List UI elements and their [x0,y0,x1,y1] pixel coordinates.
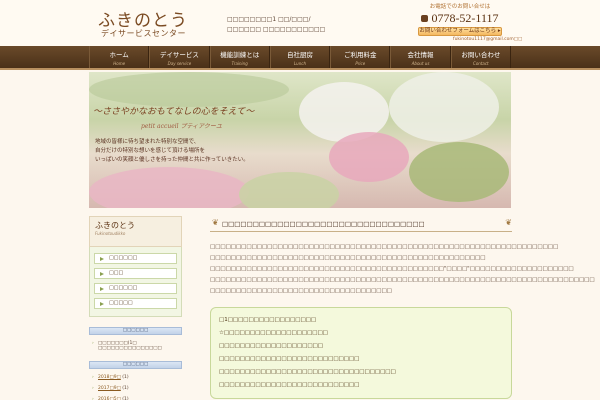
archive-count: (1) [122,386,129,391]
phone-number-text: 0778-52-1117 [431,11,499,25]
address-line: □□□□□□□□1 □□/□□□/ [227,16,311,23]
hero-body-line: 自分だけの特別な想いを感じて頂ける場所を [95,148,206,154]
nav-item-sublabel: Training [231,61,248,66]
hero-body-line: 地域の皆様に待ち望まれた特別な空間で、 [95,139,200,145]
post-paragraph: □□□□□□□□□□□□□□□□□□□□□□□□□□□□□□□□□□□□□□□□… [210,277,595,283]
nav-item[interactable]: デイサービス Day service [149,46,210,68]
info-box-line: □□□□□□□□□□□□□□□□□□□□□□□□□□□ [219,356,360,362]
sidebar: ふきのとう Fukinotoudikko □□□□□□ □□□ □□□□□□ □□□□… [89,216,182,400]
sidebar-title: ふきのとう [95,221,135,230]
archive-count: (1) [122,375,129,380]
nav-item-label: 自社厨房 [286,51,313,59]
sidebar-title-box: ふきのとう Fukinotoudikko [89,216,182,247]
hero-flower-decoration [329,132,409,182]
hero-flower-decoration [239,172,339,208]
nav-item-label: ホーム [109,51,129,59]
info-box-line: □□□□□□□□□□□□□□□□□□□□□□□□□□□ [219,382,360,388]
hero-foliage-decoration [89,72,289,107]
post-paragraph: □□□□□□□□□□□□□□□□□□□□□□□□□□□□□□□□□□□□□□□□… [210,244,559,250]
nav-item-sublabel: Home [113,61,126,66]
nav-item[interactable]: ご利用料金 Price [330,46,391,68]
sidebar-menu-item[interactable]: □□□□□□ [94,253,177,264]
hero-flower-decoration [89,167,249,208]
nav-item-label: お問い合わせ [461,51,501,59]
hero-title: 〜ささやかなおもてなしの心をそえて〜 [93,107,255,117]
hero-subtitle: petit accueil プティアクーユ [141,123,222,130]
archive-link[interactable]: 2017□9□ [98,386,121,391]
archive-item: 2018□9□ (1) [92,375,182,380]
sidebar-menu-item[interactable]: □□□□□□ [94,283,177,294]
hero-body: 地域の皆様に待ち望まれた特別な空間で、 自分だけの特別な想いを感じて頂ける場所をい… [95,138,283,165]
global-nav: ホーム Home デイサービス Day service 機能訓練とは Training 自社… [0,46,600,68]
post-body: □□□□□□□□□□□□□□□□□□□□□□□□□□□□□□□□□□□□□□□□… [210,242,595,297]
nav-item[interactable]: お問い合わせ Contact [450,46,511,68]
address-line: □□□□□□ □□□□□□□□□□□ [227,26,326,33]
contact-form-button[interactable]: お問い合わせフォームはこちら ▸ [418,27,502,36]
nav-item-sublabel: Day service [167,61,192,66]
phone-icon [421,15,429,22]
hero-flower-decoration [409,142,509,202]
recent-post-link[interactable]: □□□□□□□(1□ □□□□□□□□□□□□□□□ [92,341,182,351]
post-paragraph: □□□□□□□□□□□□□□□□□□□□□□□□□□□□□□□□□□□□□□□□… [210,266,574,272]
info-box: □1□□□□□□□□□□□□□□□□□ ☆□□□□□□□□□□□□□□□□□□□□… [210,307,512,399]
post-paragraph: □□□□□□□□□□□□□□□□□□□□□□□□□□□□□□□□□□□□□□□□… [210,255,486,261]
post-title-text: □□□□□□□□□□□□□□□□□□□□□□□□□□□□□□□□□ [222,220,425,228]
ornament-icon: ❦ [212,218,219,227]
sidebar-menu: □□□□□□ □□□ □□□□□□ □□□□□ [89,247,182,317]
nav-item-label: ご利用料金 [344,51,377,59]
nav-item[interactable]: 会社情報 About us [390,46,451,68]
hero-text: 〜ささやかなおもてなしの心をそえて〜 petit accueil プティアクーユ… [93,104,283,165]
archive-link[interactable]: 2018□9□ [98,375,121,380]
contact-box: お電話でのお問い合せは 0778-52-1117 お問い合わせフォームはこちら … [412,2,508,42]
post-title: ❦ □□□□□□□□□□□□□□□□□□□□□□□□□□□□□□□□□ ❦ [210,216,512,232]
nav-item-sublabel: Lunch [293,61,306,66]
nav-item[interactable]: ホーム Home [89,46,150,68]
nav-item[interactable]: 機能訓練とは Training [209,46,270,68]
info-box-line: ☆□□□□□□□□□□□□□□□□□□□□ [219,330,328,336]
sidebar-title-sub: Fukinotoudikko [95,231,126,236]
archive-header: □□□□□□ [89,361,182,369]
nav-item-label: デイサービス [159,51,199,59]
contact-caption: お電話でのお問い合せは [429,4,491,10]
hero-flower-decoration [389,72,499,142]
address-block: □□□□□□□□1 □□/□□□/ □□□□□□ □□□□□□□□□□□ [227,15,377,35]
archive-list: 2018□9□ (1)2017□9□ (1)2016□5□ (1)2015□9□… [89,375,182,400]
sidebar-menu-item[interactable]: □□□ [94,268,177,279]
main-content: ❦ □□□□□□□□□□□□□□□□□□□□□□□□□□□□□□□□□ ❦ □□… [210,216,595,399]
info-box-line: □1□□□□□□□□□□□□□□□□□ [219,317,317,323]
info-box-line: □□□□□□□□□□□□□□□□□□□□□□□□□□□□□□□□□□ [219,369,396,375]
site-header: ふきのとう デイサービスセンター □□□□□□□□1 □□/□□□/ □□□□□… [0,0,600,46]
nav-item-label: 機能訓練とは [220,51,260,59]
hero-body-line: いっぱいの笑顔と優しさを持った仲間と共に作っていきたい。 [95,157,249,163]
phone-number: 0778-52-1117 [412,11,508,26]
post-paragraph: □□□□□□□□□□□□□□□□□□□□□□□□□□□□□□□□□□□ [210,288,392,294]
nav-item-sublabel: About us [411,61,430,66]
nav-item-sublabel: Contact [473,61,489,66]
nav-divider [0,68,600,70]
ornament-icon: ❦ [505,218,512,227]
nav-item-sublabel: Price [355,61,366,66]
archive-item: 2017□9□ (1) [92,386,182,391]
sidebar-menu-item[interactable]: □□□□□ [94,298,177,309]
email-link[interactable]: fukinotou1117@gmail.com□□ [453,37,522,42]
global-nav-items: ホーム Home デイサービス Day service 機能訓練とは Training 自社… [89,46,511,68]
site-logo-subtitle: デイサービスセンター [101,29,186,38]
nav-item-label: 会社情報 [407,51,434,59]
nav-item[interactable]: 自社厨房 Lunch [269,46,331,68]
recent-posts-header: □□□□□□ [89,327,182,335]
hero-banner: 〜ささやかなおもてなしの心をそえて〜 petit accueil プティアクーユ… [89,72,511,208]
info-box-line: □□□□□□□□□□□□□□□□□□□□ [219,343,323,349]
